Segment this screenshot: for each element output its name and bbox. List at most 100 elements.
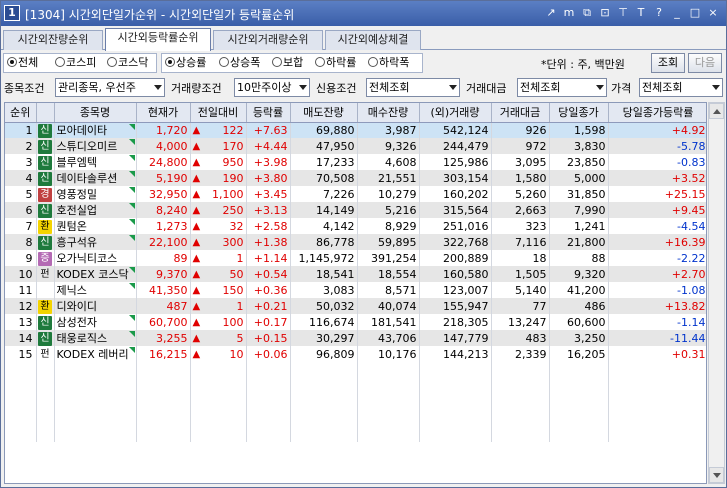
table-row[interactable]: 3 신 블루엠텍 24,800 ▲ 950 +3.98 17,233 4,608 125,986… (5, 154, 706, 170)
cell-close: 60,600 (549, 314, 609, 330)
table-row[interactable]: 7 환 퀀텀온 1,273 ▲ 32 +2.58 4,142 8,929 251,016 323 1… (5, 218, 706, 234)
col-change[interactable]: 전일대비 (190, 103, 247, 123)
next-button[interactable]: 다음 (688, 53, 722, 73)
cell-badge: 신 (36, 122, 55, 138)
cell-name[interactable]: 흥구석유 (54, 234, 137, 250)
cell-rate: +7.63 (246, 122, 291, 138)
empty-cell (491, 378, 550, 394)
cell-name[interactable]: 태웅로직스 (54, 330, 137, 346)
cell-name[interactable]: KODEX 레버리 (54, 346, 137, 362)
radio-dot-icon (165, 57, 175, 67)
pin-icon[interactable]: ⊤ (616, 5, 630, 21)
col-close[interactable]: 당일종가 (549, 103, 609, 123)
col-sell-remaining[interactable]: 매도잔량 (290, 103, 358, 123)
table-row[interactable]: 13 신 삼성전자 60,700 ▲ 100 +0.17 116,674 181,541 218… (5, 314, 706, 330)
radio-fall-rate[interactable]: 하락률 (315, 55, 356, 71)
cell-name[interactable]: 영풍정밀 (54, 186, 137, 202)
minimize-icon[interactable]: _ (670, 5, 684, 21)
cell-name[interactable]: 호전실업 (54, 202, 137, 218)
col-price[interactable]: 현재가 (136, 103, 191, 123)
table-row[interactable]: 10 펀 KODEX 코스닥 9,370 ▲ 50 +0.54 18,541 18,554 16… (5, 266, 706, 282)
col-buy-remaining[interactable]: 매수잔량 (357, 103, 420, 123)
scroll-up-icon[interactable] (709, 103, 724, 119)
tab-afterhours-rate[interactable]: 시간외등락률순위 (105, 28, 211, 51)
cell-sell-remaining: 1,145,972 (290, 250, 358, 266)
cell-volume: 303,154 (419, 170, 492, 186)
empty-cell (608, 378, 706, 394)
maximize-icon[interactable]: □ (688, 5, 702, 21)
query-button[interactable]: 조회 (651, 53, 685, 73)
close-icon[interactable]: × (706, 5, 720, 21)
split-icon[interactable]: ⊡ (598, 5, 612, 21)
cell-name[interactable]: 데이타솔루션 (54, 170, 137, 186)
radio-kospi[interactable]: 코스피 (55, 55, 96, 71)
col-rate[interactable]: 등락률 (246, 103, 291, 123)
table-row[interactable]: 5 경 영풍정밀 32,950 ▲ 1,100 +3.45 7,226 10,279 160,2… (5, 186, 706, 202)
tab-afterhours-expected[interactable]: 시간외예상체결 (325, 30, 421, 50)
font-icon[interactable]: T (634, 5, 648, 21)
radio-rise-rate[interactable]: 상승률 (165, 55, 206, 71)
price-condition-value: 전체조회 (642, 81, 683, 94)
amount-condition-select[interactable]: 전체조회 (517, 78, 607, 97)
status-badge: 신 (38, 171, 52, 186)
stock-condition-select[interactable]: 관리종목, 우선주 (55, 78, 165, 97)
credit-condition-select[interactable]: 전체조회 (366, 78, 460, 97)
col-close-rate[interactable]: 당일종가등락률 (608, 103, 706, 123)
cell-badge: 신 (36, 234, 55, 250)
cell-sell-remaining: 96,809 (290, 346, 358, 362)
cell-rank: 7 (5, 218, 37, 234)
table-row[interactable]: 12 환 디와이디 487 ▲ 1 +0.21 50,032 40,074 155,947 77 4… (5, 298, 706, 314)
copy-icon[interactable]: ⧉ (580, 5, 594, 21)
col-volume[interactable]: (외)거래량 (419, 103, 492, 123)
tab-afterhours-remaining[interactable]: 시간외잔량순위 (3, 30, 103, 50)
cell-name[interactable]: 오가닉티코스 (54, 250, 137, 266)
empty-cell (491, 410, 550, 426)
radio-kosdaq[interactable]: 코스닥 (107, 55, 148, 71)
tab-afterhours-volume[interactable]: 시간외거래량순위 (213, 30, 323, 50)
vertical-scrollbar[interactable] (708, 102, 725, 484)
empty-cell (136, 394, 191, 410)
cell-name[interactable]: 모아데이타 (54, 122, 137, 138)
cell-amount: 972 (491, 138, 550, 154)
link-icon[interactable]: ↗ (544, 5, 558, 21)
scroll-down-icon[interactable] (709, 467, 724, 483)
empty-cell (36, 426, 55, 442)
col-badge[interactable] (36, 103, 55, 123)
table-row[interactable]: 1 신 모아데이타 1,720 ▲ 122 +7.63 69,880 3,987 542,124… (5, 122, 706, 138)
table-row[interactable]: 8 신 흥구석유 22,100 ▲ 300 +1.38 86,778 59,895 322,76… (5, 234, 706, 250)
empty-cell (54, 426, 137, 442)
col-name[interactable]: 종목명 (54, 103, 137, 123)
memo-icon[interactable]: m (562, 5, 576, 21)
col-amount[interactable]: 거래대금 (491, 103, 550, 123)
status-badge: 펀 (40, 268, 50, 280)
cell-buy-remaining: 4,608 (357, 154, 420, 170)
cell-name[interactable]: KODEX 코스닥 (54, 266, 137, 282)
radio-rise-amount[interactable]: 상승폭 (219, 55, 260, 71)
table-row[interactable]: 11 제닉스 41,350 ▲ 150 +0.36 3,083 8,571 123,007 5,… (5, 282, 706, 298)
cell-name[interactable]: 스튜디오미르 (54, 138, 137, 154)
cell-amount: 3,095 (491, 154, 550, 170)
radio-flat[interactable]: 보합 (272, 55, 303, 71)
help-icon[interactable]: ? (652, 5, 666, 21)
volume-condition-select[interactable]: 10만주이상 (234, 78, 310, 97)
table-row[interactable]: 4 신 데이타솔루션 5,190 ▲ 190 +3.80 70,508 21,551 303,1… (5, 170, 706, 186)
table-row[interactable]: 9 증 오가닉티코스 89 ▲ 1 +1.14 1,145,972 391,254 200,88… (5, 250, 706, 266)
cell-rank: 2 (5, 138, 37, 154)
radio-fall-amount[interactable]: 하락폭 (368, 55, 409, 71)
table-row[interactable]: 2 신 스튜디오미르 4,000 ▲ 170 +4.44 47,950 9,326 244,47… (5, 138, 706, 154)
cell-name[interactable]: 삼성전자 (54, 314, 137, 330)
table-row[interactable]: 6 신 호전실업 8,240 ▲ 250 +3.13 14,149 5,216 315,564 2… (5, 202, 706, 218)
cell-change: ▲ 1 (190, 250, 247, 266)
table-row[interactable]: 15 펀 KODEX 레버리 16,215 ▲ 10 +0.06 96,809 10,176 1… (5, 346, 706, 362)
table-row[interactable]: 14 신 태웅로직스 3,255 ▲ 5 +0.15 30,297 43,706 147,779… (5, 330, 706, 346)
radio-all[interactable]: 전체 (7, 55, 38, 71)
cell-name[interactable]: 제닉스 (54, 282, 137, 298)
cell-name[interactable]: 디와이디 (54, 298, 137, 314)
cell-name[interactable]: 블루엠텍 (54, 154, 137, 170)
screen-number-icon[interactable]: 1 (4, 5, 20, 21)
empty-cell (190, 362, 247, 378)
cell-name[interactable]: 퀀텀온 (54, 218, 137, 234)
col-rank[interactable]: 순위 (5, 103, 37, 123)
cell-amount: 926 (491, 122, 550, 138)
price-condition-select[interactable]: 전체조회 (639, 78, 723, 97)
